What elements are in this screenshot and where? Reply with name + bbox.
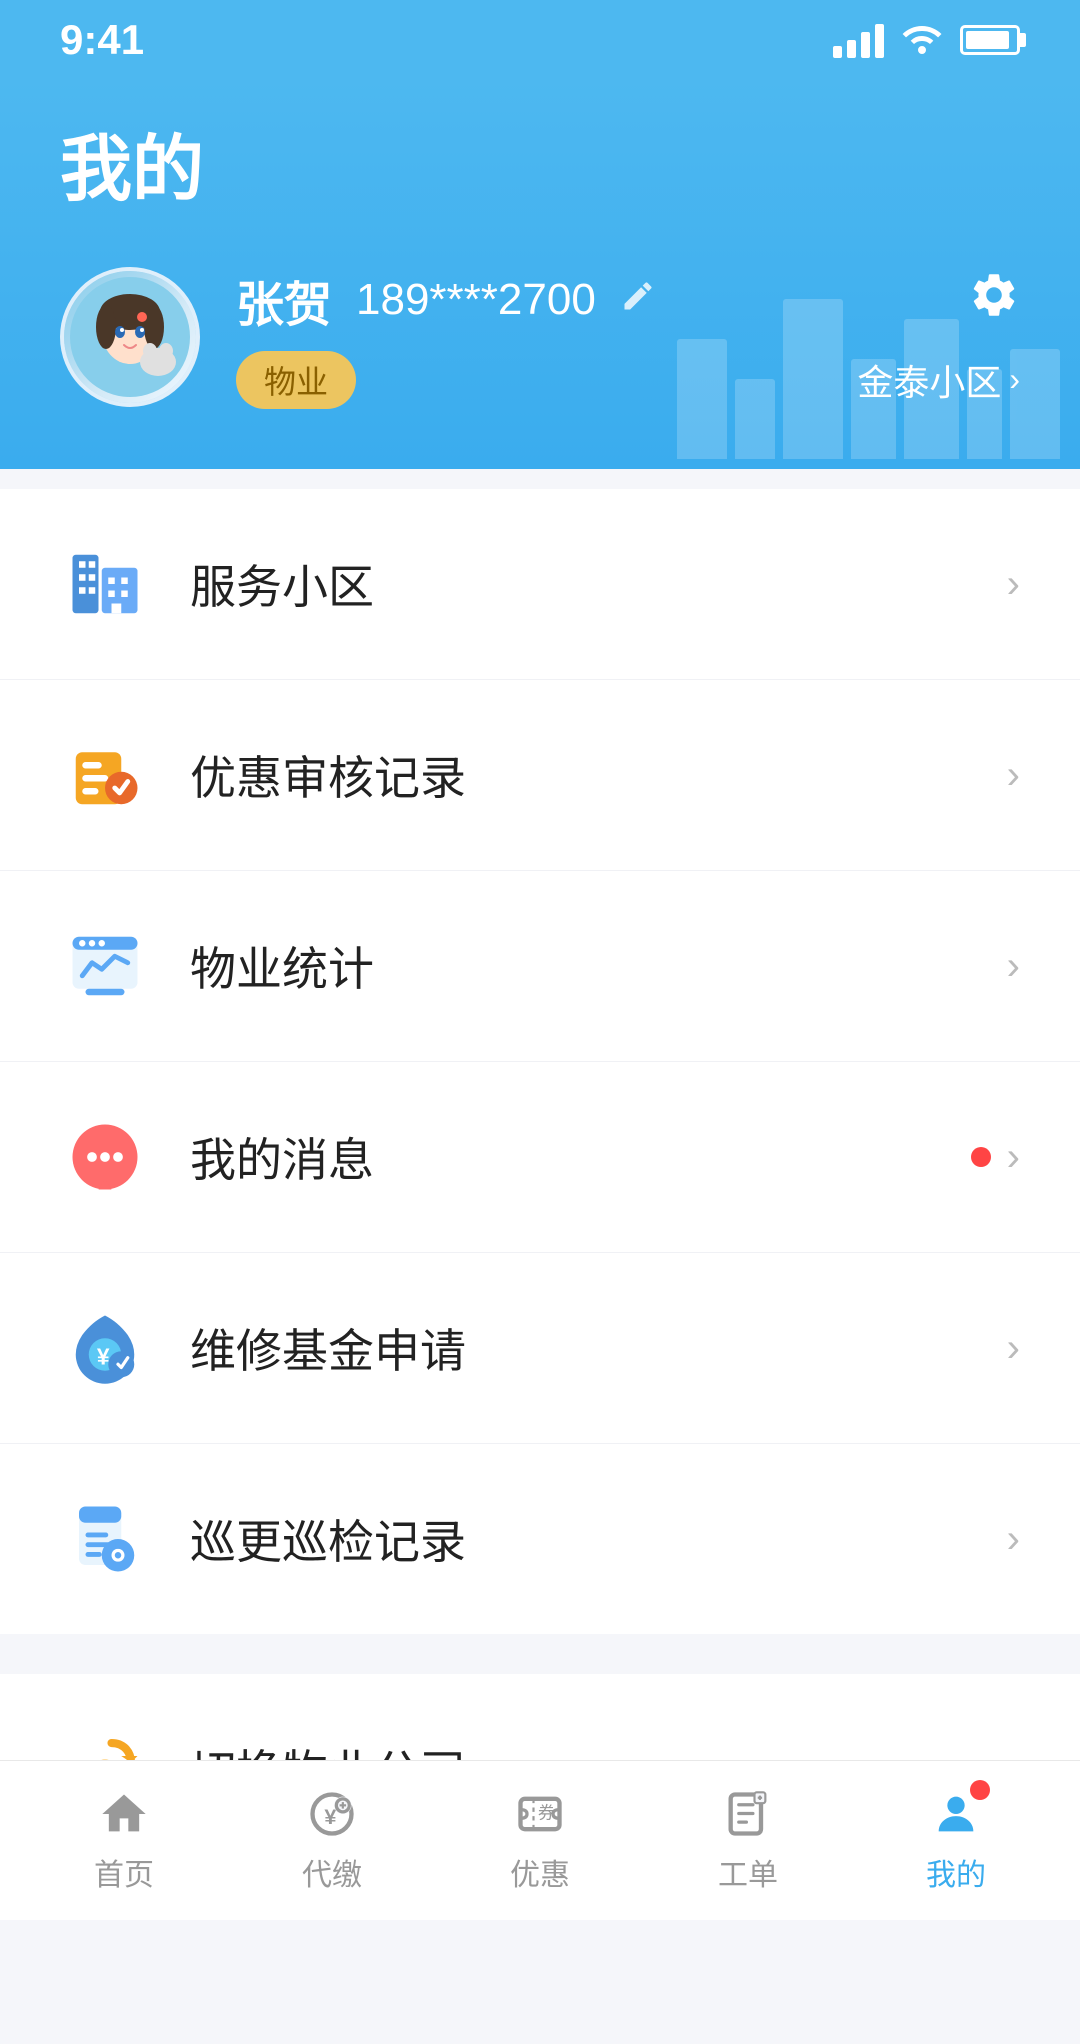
menu-right-4: › xyxy=(971,1135,1020,1180)
nav-coupon-label: 优惠 xyxy=(510,1850,570,1894)
profile-name-row: 张贺 189****2700 xyxy=(236,265,656,335)
menu-right-5: › xyxy=(1007,1326,1020,1371)
my-message-label: 我的消息 xyxy=(190,1124,971,1190)
menu-item-maintenance-fund[interactable]: ¥ 维修基金申请 › xyxy=(0,1253,1080,1444)
status-time: 9:41 xyxy=(60,16,144,64)
workorder-icon-wrap xyxy=(722,1788,774,1840)
status-icons xyxy=(833,18,1020,63)
user-role-badge: 物业 xyxy=(236,351,356,409)
nav-item-coupon[interactable]: 券 优惠 xyxy=(436,1788,644,1894)
menu-chevron-icon-5: › xyxy=(1007,1326,1020,1371)
edit-icon[interactable] xyxy=(620,278,656,323)
nav-home-label: 首页 xyxy=(94,1850,154,1894)
status-bar: 9:41 xyxy=(0,0,1080,80)
menu-chevron-icon-2: › xyxy=(1007,753,1020,798)
nav-item-mine[interactable]: 我的 xyxy=(852,1788,1060,1894)
message-badge xyxy=(971,1147,991,1167)
user-phone: 189****2700 xyxy=(356,275,596,325)
menu-right-6: › xyxy=(1007,1517,1020,1562)
menu-chevron-icon: › xyxy=(1007,562,1020,607)
service-community-icon xyxy=(60,539,150,629)
menu-item-coupon-review[interactable]: 优惠审核记录 › xyxy=(0,680,1080,871)
menu-right-2: › xyxy=(1007,753,1020,798)
menu-item-my-message[interactable]: 我的消息 › xyxy=(0,1062,1080,1253)
maintenance-fund-icon: ¥ xyxy=(60,1303,150,1393)
signal-icon xyxy=(833,22,884,58)
mine-nav-badge xyxy=(970,1780,990,1800)
svg-text:券: 券 xyxy=(538,1802,555,1822)
coupon-review-icon xyxy=(60,730,150,820)
profile-left: 张贺 189****2700 物业 xyxy=(60,265,656,409)
page-title: 我的 xyxy=(60,110,1020,215)
section-divider xyxy=(0,1634,1080,1654)
mine-icon-wrap xyxy=(930,1788,982,1840)
avatar[interactable] xyxy=(60,267,200,407)
menu-item-property-stats[interactable]: 物业统计 › xyxy=(0,871,1080,1062)
payment-icon-wrap: ¥ xyxy=(306,1788,358,1840)
patrol-record-label: 巡更巡检记录 xyxy=(190,1506,1007,1572)
menu-chevron-icon-4: › xyxy=(1007,1135,1020,1180)
nav-payment-label: 代缴 xyxy=(302,1850,362,1894)
wifi-icon xyxy=(902,18,942,63)
battery-icon xyxy=(960,25,1020,55)
menu-chevron-icon-6: › xyxy=(1007,1517,1020,1562)
nav-mine-label: 我的 xyxy=(926,1850,986,1894)
bottom-navigation: 首页 ¥ 代缴 券 优惠 xyxy=(0,1760,1080,1920)
nav-item-workorder[interactable]: 工单 xyxy=(644,1788,852,1894)
home-icon-wrap xyxy=(98,1788,150,1840)
user-name: 张贺 xyxy=(236,265,332,335)
avatar-image xyxy=(64,271,196,403)
coupon-review-label: 优惠审核记录 xyxy=(190,742,1007,808)
header-section: 我的 xyxy=(0,80,1080,469)
menu-chevron-icon-3: › xyxy=(1007,944,1020,989)
nav-workorder-label: 工单 xyxy=(718,1850,778,1894)
service-community-label: 服务小区 xyxy=(190,551,1007,617)
maintenance-fund-label: 维修基金申请 xyxy=(190,1315,1007,1381)
profile-info: 张贺 189****2700 物业 xyxy=(236,265,656,409)
menu-section-1: 服务小区 › 优惠审核记录 › xyxy=(0,489,1080,1634)
property-stats-icon xyxy=(60,921,150,1011)
nav-item-home[interactable]: 首页 xyxy=(20,1788,228,1894)
city-decoration xyxy=(677,299,1060,459)
patrol-record-icon xyxy=(60,1494,150,1584)
menu-right-3: › xyxy=(1007,944,1020,989)
nav-item-payment[interactable]: ¥ 代缴 xyxy=(228,1788,436,1894)
property-stats-label: 物业统计 xyxy=(190,933,1007,999)
my-message-icon xyxy=(60,1112,150,1202)
menu-item-service-community[interactable]: 服务小区 › xyxy=(0,489,1080,680)
menu-right-1: › xyxy=(1007,562,1020,607)
menu-item-patrol-record[interactable]: 巡更巡检记录 › xyxy=(0,1444,1080,1634)
coupon-icon-wrap: 券 xyxy=(514,1788,566,1840)
svg-text:¥: ¥ xyxy=(97,1343,110,1369)
